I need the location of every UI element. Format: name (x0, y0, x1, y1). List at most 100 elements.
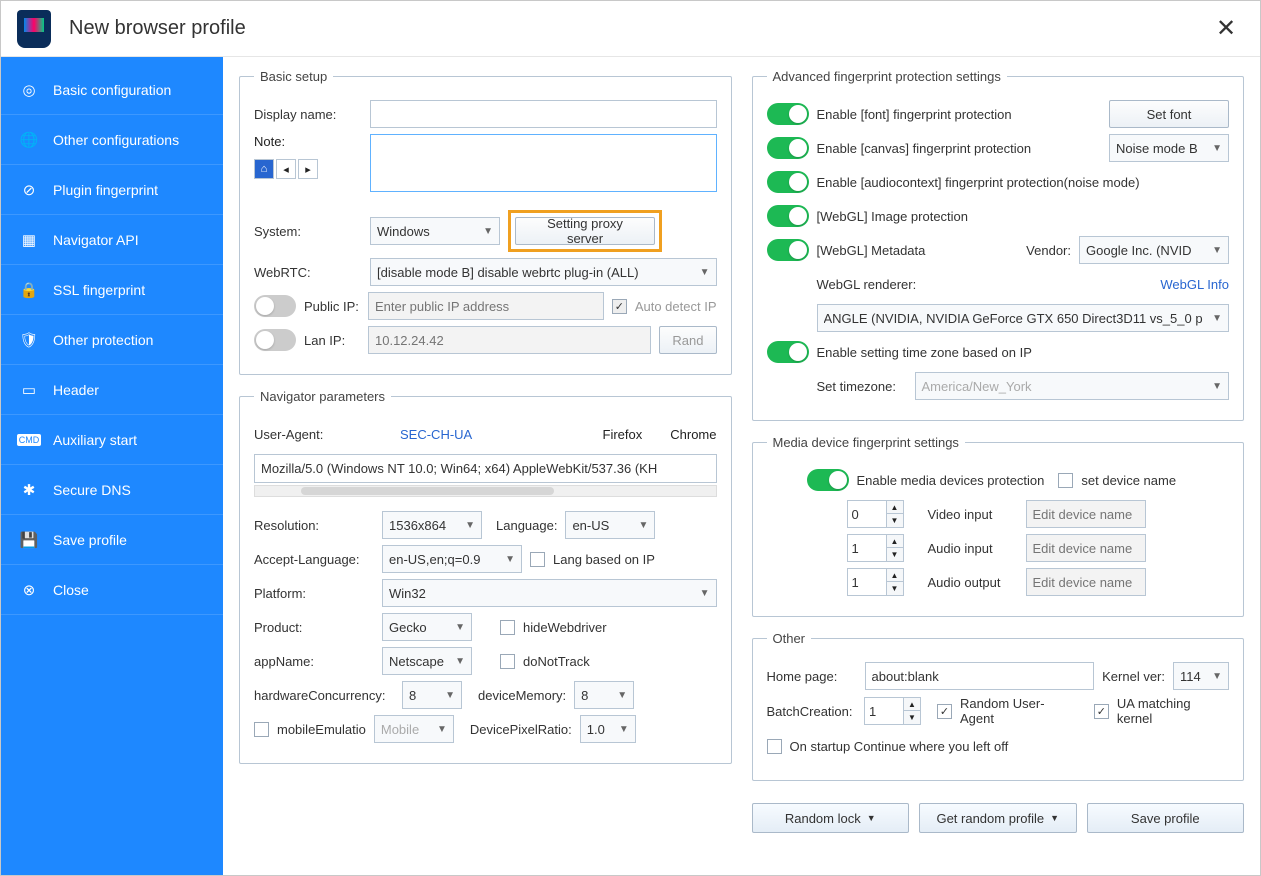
home-input[interactable] (865, 662, 1095, 690)
devmem-label: deviceMemory: (478, 688, 566, 703)
webgl-info-link[interactable]: WebGL Info (1160, 277, 1229, 292)
platform-select[interactable]: Win32▼ (382, 579, 717, 607)
sidebar-item-header[interactable]: ▭Header (1, 365, 223, 415)
down-icon[interactable]: ▼ (887, 514, 903, 527)
auto-detect-checkbox[interactable] (612, 299, 627, 314)
ua-scrollbar[interactable] (254, 485, 717, 497)
media-toggle[interactable] (807, 469, 849, 491)
hide-webdriver-checkbox[interactable] (500, 620, 515, 635)
lan-ip-toggle[interactable] (254, 329, 296, 351)
mobile-emu-label: mobileEmulatio (277, 722, 366, 737)
audio-out-name-input[interactable] (1026, 568, 1146, 596)
public-ip-input[interactable] (368, 292, 604, 320)
caret-down-icon: ▼ (1212, 313, 1222, 324)
sidebar-item-plugin-fingerprint[interactable]: ⊘Plugin fingerprint (1, 165, 223, 215)
note-textarea[interactable] (370, 134, 717, 192)
audio-in-count-input[interactable] (847, 534, 887, 562)
renderer-label: WebGL renderer: (817, 277, 917, 292)
font-toggle[interactable] (767, 103, 809, 125)
appname-select[interactable]: Netscape▼ (382, 647, 472, 675)
devmem-select[interactable]: 8▼ (574, 681, 634, 709)
ua-match-checkbox[interactable] (1094, 704, 1109, 719)
video-count-spinner[interactable]: ▲▼ (847, 500, 904, 528)
audio-in-name-input[interactable] (1026, 534, 1146, 562)
sidebar-item-navigator-api[interactable]: ▦Navigator API (1, 215, 223, 265)
down-icon[interactable]: ▼ (904, 711, 920, 724)
canvas-toggle[interactable] (767, 137, 809, 159)
sidebar-item-other-protection[interactable]: 🛡Other protection (1, 315, 223, 365)
down-icon[interactable]: ▼ (887, 548, 903, 561)
sec-ch-ua-link[interactable]: SEC-CH-UA (400, 427, 472, 442)
system-select[interactable]: Windows▼ (370, 217, 500, 245)
renderer-select[interactable]: ANGLE (NVIDIA, NVIDIA GeForce GTX 650 Di… (817, 304, 1230, 332)
noise-mode-select[interactable]: Noise mode B▼ (1109, 134, 1229, 162)
tz-value: America/New_York (922, 379, 1032, 394)
language-select[interactable]: en-US▼ (565, 511, 655, 539)
sidebar-item-ssl-fingerprint[interactable]: 🔒SSL fingerprint (1, 265, 223, 315)
sidebar-item-close[interactable]: ⊗Close (1, 565, 223, 615)
vendor-value: Google Inc. (NVID (1086, 243, 1192, 258)
timezone-toggle[interactable] (767, 341, 809, 363)
chrome-label[interactable]: Chrome (670, 427, 716, 442)
mobile-emu-checkbox[interactable] (254, 722, 269, 737)
audio-out-count-input[interactable] (847, 568, 887, 596)
hw-label: hardwareConcurrency: (254, 688, 394, 703)
dpr-select[interactable]: 1.0▼ (580, 715, 636, 743)
display-name-input[interactable] (370, 100, 717, 128)
batch-input[interactable] (864, 697, 904, 725)
product-select[interactable]: Gecko▼ (382, 613, 472, 641)
webgl-meta-toggle[interactable] (767, 239, 809, 261)
timezone-select[interactable]: America/New_York▼ (915, 372, 1230, 400)
accept-lang-select[interactable]: en-US,en;q=0.9▼ (382, 545, 522, 573)
sidebar-item-other-configurations[interactable]: 🌐Other configurations (1, 115, 223, 165)
accept-lang-label: Accept-Language: (254, 552, 374, 567)
save-profile-button[interactable]: Save profile (1087, 803, 1245, 833)
next-icon[interactable]: ▸ (298, 159, 318, 179)
video-count-input[interactable] (847, 500, 887, 528)
set-device-name-checkbox[interactable] (1058, 473, 1073, 488)
public-ip-toggle[interactable] (254, 295, 296, 317)
up-icon[interactable]: ▲ (887, 535, 903, 548)
resolution-select[interactable]: 1536x864▼ (382, 511, 482, 539)
donottrack-checkbox[interactable] (500, 654, 515, 669)
set-font-button[interactable]: Set font (1109, 100, 1229, 128)
get-random-profile-button[interactable]: Get random profile▼ (919, 803, 1077, 833)
up-icon[interactable]: ▲ (904, 698, 920, 711)
home-icon[interactable]: ⌂ (254, 159, 274, 179)
audio-out-count-spinner[interactable]: ▲▼ (847, 568, 904, 596)
lang-ip-checkbox[interactable] (530, 552, 545, 567)
lan-ip-input[interactable] (368, 326, 651, 354)
sidebar-item-save-profile[interactable]: 💾Save profile (1, 515, 223, 565)
caret-down-icon: ▼ (617, 690, 627, 701)
vendor-select[interactable]: Google Inc. (NVID▼ (1079, 236, 1229, 264)
random-ua-checkbox[interactable] (937, 704, 952, 719)
down-icon[interactable]: ▼ (887, 582, 903, 595)
hw-select[interactable]: 8▼ (402, 681, 462, 709)
batch-spinner[interactable]: ▲▼ (864, 697, 921, 725)
random-lock-button[interactable]: Random lock▼ (752, 803, 910, 833)
prev-icon[interactable]: ◂ (276, 159, 296, 179)
audio-in-count-spinner[interactable]: ▲▼ (847, 534, 904, 562)
up-icon[interactable]: ▲ (887, 501, 903, 514)
close-icon[interactable]: ✕ (1208, 11, 1244, 47)
webgl-img-toggle[interactable] (767, 205, 809, 227)
video-name-input[interactable] (1026, 500, 1146, 528)
sidebar-label: Basic configuration (53, 82, 171, 98)
sidebar-item-auxiliary-start[interactable]: CMDAuxiliary start (1, 415, 223, 465)
sidebar-item-basic-configuration[interactable]: ◎Basic configuration (1, 65, 223, 115)
firefox-label[interactable]: Firefox (603, 427, 643, 442)
startup-checkbox[interactable] (767, 739, 782, 754)
caret-down-icon: ▼ (867, 813, 876, 823)
webrtc-select[interactable]: [disable mode B] disable webrtc plug-in … (370, 258, 717, 286)
sidebar-item-secure-dns[interactable]: ✱Secure DNS (1, 465, 223, 515)
mobile-select[interactable]: Mobile▼ (374, 715, 454, 743)
audio-toggle[interactable] (767, 171, 809, 193)
kernel-select[interactable]: 114▼ (1173, 662, 1229, 690)
plugin-icon: ⊘ (17, 181, 41, 199)
up-icon[interactable]: ▲ (887, 569, 903, 582)
resolution-label: Resolution: (254, 518, 374, 533)
setting-proxy-button[interactable]: Setting proxy server (515, 217, 655, 245)
ua-value-box[interactable]: Mozilla/5.0 (Windows NT 10.0; Win64; x64… (254, 454, 717, 483)
caret-down-icon: ▼ (1212, 671, 1222, 682)
rand-button[interactable]: Rand (659, 326, 716, 354)
